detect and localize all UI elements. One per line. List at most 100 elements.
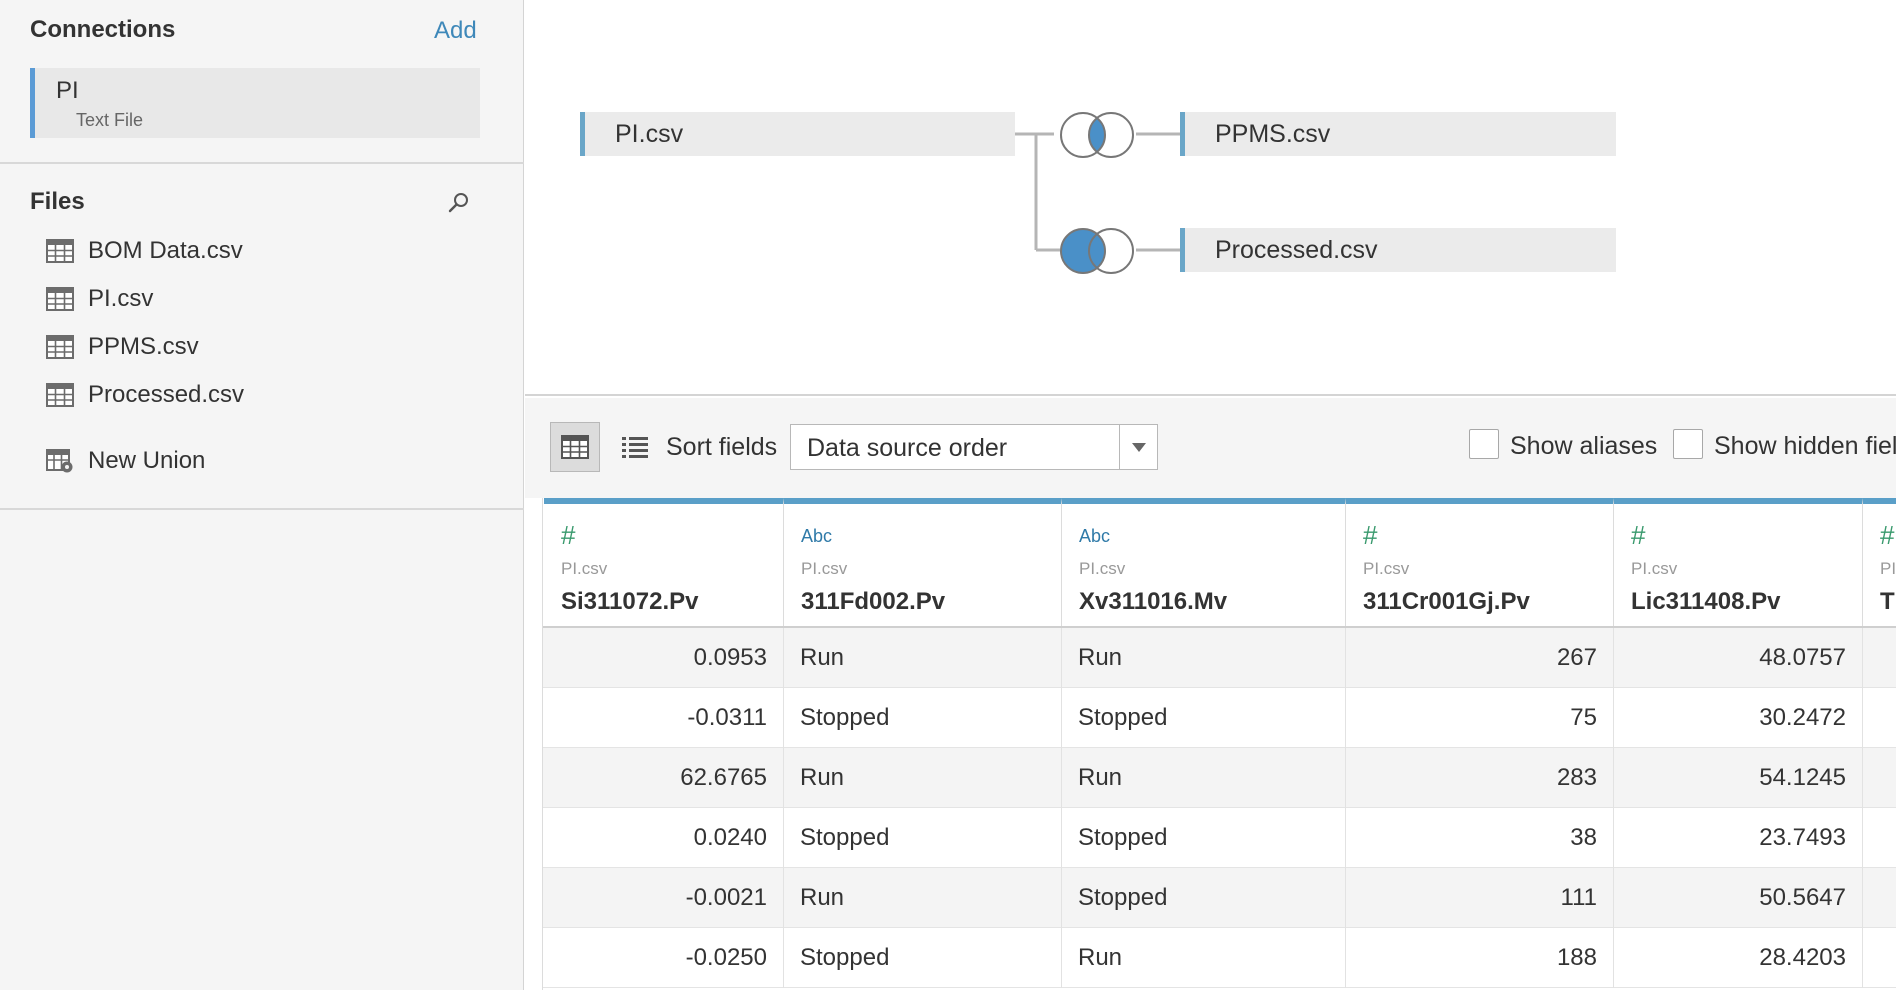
number-type-icon[interactable]: # [1363,520,1377,551]
table-cell: 62.6765 [544,748,784,808]
column-header[interactable]: # PI.csv Si311072.Pv [544,498,784,628]
table-cell: Run [1062,628,1346,688]
table-cell: Stopped [784,928,1062,988]
sidebar-divider [0,508,524,510]
table-cell [1863,928,1896,988]
field-source: PI.csv [1631,559,1678,578]
table-row: 62.6765 Run Run 283 54.1245 [543,748,1896,808]
number-type-icon[interactable]: # [1880,520,1894,551]
chevron-down-icon[interactable] [1119,425,1157,469]
row-header-strip [525,498,543,990]
field-name[interactable]: Lic311408.Pv [1631,588,1780,616]
table-cell: 283 [1346,748,1614,808]
string-type-icon[interactable]: Abc [1079,526,1110,547]
show-hidden-fields-label: Show hidden fiel [1714,432,1896,460]
table-cell: 28.4203 [1614,928,1863,988]
file-label: PPMS.csv [88,333,199,360]
connection-type: Text File [76,110,144,130]
table-cell: 48.0757 [1614,628,1863,688]
field-source: PI.csv [1079,559,1126,578]
table-cell: Run [1062,928,1346,988]
left-table-pi[interactable]: PI.csv [580,112,1015,156]
inner-join-icon[interactable] [1058,110,1136,160]
new-union-icon [46,449,73,473]
grid-toolbar: Sort fields Data source order Show alias… [525,398,1896,498]
table-cell: -0.0311 [544,688,784,748]
field-name[interactable]: Xv311016.Mv [1079,588,1227,616]
column-header[interactable]: # PI.csv T [1863,498,1896,628]
column-header[interactable]: # PI.csv 311Cr001Gj.Pv [1346,498,1614,628]
field-source: PI.csv [801,559,848,578]
column-header[interactable]: Abc PI.csv 311Fd002.Pv [784,498,1062,628]
file-item-ppms[interactable]: PPMS.csv [46,329,199,365]
file-item-bom-data[interactable]: BOM Data.csv [46,233,243,269]
table-row: 0.0240 Stopped Stopped 38 23.7493 [543,808,1896,868]
joined-table-ppms[interactable]: PPMS.csv [1180,112,1616,156]
new-union-label: New Union [88,447,206,474]
show-hidden-fields-checkbox[interactable] [1673,429,1703,459]
left-join-icon[interactable] [1058,226,1136,276]
table-cell: 267 [1346,628,1614,688]
table-cell [1863,688,1896,748]
file-label: PI.csv [88,285,154,312]
table-cell: Run [784,748,1062,808]
table-cell: 0.0240 [544,808,784,868]
show-aliases-label: Show aliases [1510,432,1658,460]
sort-fields-value: Data source order [807,434,1008,462]
search-icon[interactable] [446,190,472,216]
file-label: Processed.csv [88,381,245,408]
table-cell: Stopped [1062,688,1346,748]
table-row: -0.0250 Stopped Run 188 28.4203 [543,928,1896,988]
file-item-processed[interactable]: Processed.csv [46,377,244,413]
table-cell: Run [1062,748,1346,808]
connections-title: Connections [30,16,176,43]
show-aliases-checkbox[interactable] [1469,429,1499,459]
field-source: PI.csv [1880,559,1896,578]
table-cell: 188 [1346,928,1614,988]
file-item-pi[interactable]: PI.csv [46,281,153,317]
add-connection-link[interactable]: Add [434,17,477,45]
grid-view-button[interactable] [550,422,600,472]
table-cell [1863,808,1896,868]
table-cell: Stopped [1062,868,1346,928]
sidebar: Connections Add PI Text File Files BOM D… [0,0,524,990]
table-icon [46,383,74,407]
table-cell: 75 [1346,688,1614,748]
list-view-button[interactable] [610,422,660,472]
string-type-icon[interactable]: Abc [801,526,832,547]
table-cell: Run [784,628,1062,688]
join-connector-lines [1015,132,1184,252]
connection-item[interactable]: PI Text File [30,68,480,138]
field-name[interactable]: Si311072.Pv [561,588,698,616]
table-cell: -0.0021 [544,868,784,928]
field-name[interactable]: 311Cr001Gj.Pv [1363,588,1530,616]
table-icon [46,335,74,359]
table-cell: 0.0953 [544,628,784,688]
table-cell: Stopped [784,808,1062,868]
table-cell: 50.5647 [1614,868,1863,928]
field-name[interactable]: T [1880,588,1895,616]
new-union-item[interactable]: New Union [46,443,205,479]
number-type-icon[interactable]: # [561,520,575,551]
sort-fields-dropdown[interactable]: Data source order [790,424,1158,470]
grid-view-icon [561,435,589,459]
field-source: PI.csv [1363,559,1410,578]
table-cell [1863,868,1896,928]
number-type-icon[interactable]: # [1631,520,1645,551]
table-row: -0.0311 Stopped Stopped 75 30.2472 [543,688,1896,748]
table-cell: Run [784,868,1062,928]
file-label: BOM Data.csv [88,237,243,264]
column-header[interactable]: # PI.csv Lic311408.Pv [1614,498,1863,628]
table-row: -0.0021 Run Stopped 111 50.5647 [543,868,1896,928]
files-title: Files [30,188,85,215]
column-header[interactable]: Abc PI.csv Xv311016.Mv [1062,498,1346,628]
joined-table-processed[interactable]: Processed.csv [1180,228,1616,272]
table-cell: Stopped [784,688,1062,748]
table-cell [1863,748,1896,808]
field-name[interactable]: 311Fd002.Pv [801,588,945,616]
connection-name: PI [56,77,79,104]
table-cell: 38 [1346,808,1614,868]
table-cell: Stopped [1062,808,1346,868]
table-row: 0.0953 Run Run 267 48.0757 [543,628,1896,688]
data-grid: # PI.csv Si311072.Pv Abc PI.csv 311Fd002… [525,498,1896,990]
